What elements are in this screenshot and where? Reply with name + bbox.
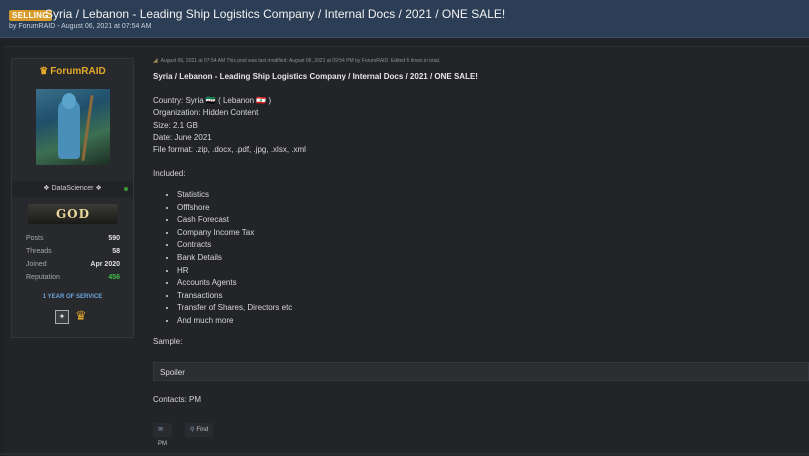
country-line: Country: Syria 🇸🇾 ( Lebanon 🇱🇧 ) (153, 96, 272, 105)
list-item: Bank Details (177, 253, 292, 266)
size-line: Size: 2.1 GB (153, 120, 198, 130)
list-item: Offfshore (177, 203, 292, 216)
list-item: HR (177, 266, 292, 279)
avatar-head (62, 93, 76, 109)
stat-posts: Posts 590 (26, 235, 120, 248)
medal-icon[interactable]: ✦ (55, 310, 69, 324)
stat-value: 590 (108, 235, 120, 242)
stat-value: 58 (112, 248, 120, 255)
search-icon: ⚲ (190, 427, 195, 433)
included-label: Included: (153, 169, 186, 178)
spoiler-toggle[interactable]: Spoiler (153, 362, 809, 381)
pm-button[interactable]: ✉ PM (153, 423, 172, 447)
sample-label: Sample: (153, 337, 183, 346)
reputation-value[interactable]: 456 (108, 274, 120, 281)
message-icon: ✉ (158, 427, 164, 433)
crown-award-icon[interactable]: ♛ (75, 308, 87, 324)
list-item: Statistics (177, 190, 292, 203)
thread-header: SELLING Syria / Lebanon - Leading Ship L… (0, 0, 809, 38)
username-text: ForumRAID (50, 66, 106, 77)
crown-icon: ♛ (39, 66, 49, 77)
included-list: Statistics Offfshore Cash Forecast Compa… (163, 190, 292, 329)
list-item: Cash Forecast (177, 215, 292, 228)
list-item: Contracts (177, 240, 292, 253)
list-item: Accounts Agents (177, 278, 292, 291)
pm-button-label: PM (158, 441, 167, 447)
awards: ✦ ♛ (55, 308, 95, 324)
stat-label: Posts (26, 235, 44, 242)
find-button[interactable]: ⚲ Find (185, 423, 214, 437)
list-item: Company Income Tax (177, 228, 292, 241)
post-meta: ◢ August 06, 2021 at 07:54 AM This post w… (153, 57, 440, 64)
rank-banner: GOD (28, 204, 118, 224)
thread-title: Syria / Lebanon - Leading Ship Logistics… (45, 7, 506, 21)
stat-joined: Joined Apr 2020 (26, 261, 120, 274)
avatar[interactable] (36, 89, 110, 165)
online-status-icon (124, 187, 128, 191)
post-meta-text: August 06, 2021 at 07:54 AM This post wa… (160, 58, 441, 64)
stat-reputation: Reputation 456 (26, 274, 120, 287)
user-sidebar: ♛ ForumRAID ❖ DataSciencer ❖ GOD Posts 59… (11, 58, 134, 338)
thread-byline: by ForumRAID - August 06, 2021 at 07:54 … (9, 23, 152, 30)
avatar-bow (81, 95, 94, 161)
user-role: ❖ DataSciencer ❖ (12, 181, 133, 197)
organization-line: Organization: Hidden Content (153, 108, 259, 118)
stat-label: Threads (26, 248, 52, 255)
post-title: Syria / Lebanon - Leading Ship Logistics… (153, 72, 478, 81)
stat-label: Joined (26, 261, 47, 268)
user-stats: Posts 590 Threads 58 Joined Apr 2020 Rep… (26, 235, 120, 287)
post-icon: ◢ (153, 58, 158, 64)
service-award-text: 1 YEAR OF SERVICE (42, 294, 103, 300)
list-item: Transfer of Shares, Directors etc (177, 303, 292, 316)
format-line: File format: .zip, .docx, .pdf, .jpg, .x… (153, 145, 306, 155)
post-details: Country: Syria 🇸🇾 ( Lebanon 🇱🇧 ) Organiz… (153, 96, 306, 157)
list-item: Transactions (177, 291, 292, 304)
contacts-line: Contacts: PM (153, 395, 202, 404)
stat-threads: Threads 58 (26, 248, 120, 261)
stat-value: Apr 2020 (90, 261, 120, 268)
date-line: Date: June 2021 (153, 132, 212, 142)
find-button-label: Find (196, 427, 209, 433)
stat-label: Reputation (26, 274, 60, 281)
user-role-text: ❖ DataSciencer ❖ (43, 185, 102, 192)
list-item: And much more (177, 316, 292, 329)
username-link[interactable]: ♛ ForumRAID (12, 66, 133, 77)
